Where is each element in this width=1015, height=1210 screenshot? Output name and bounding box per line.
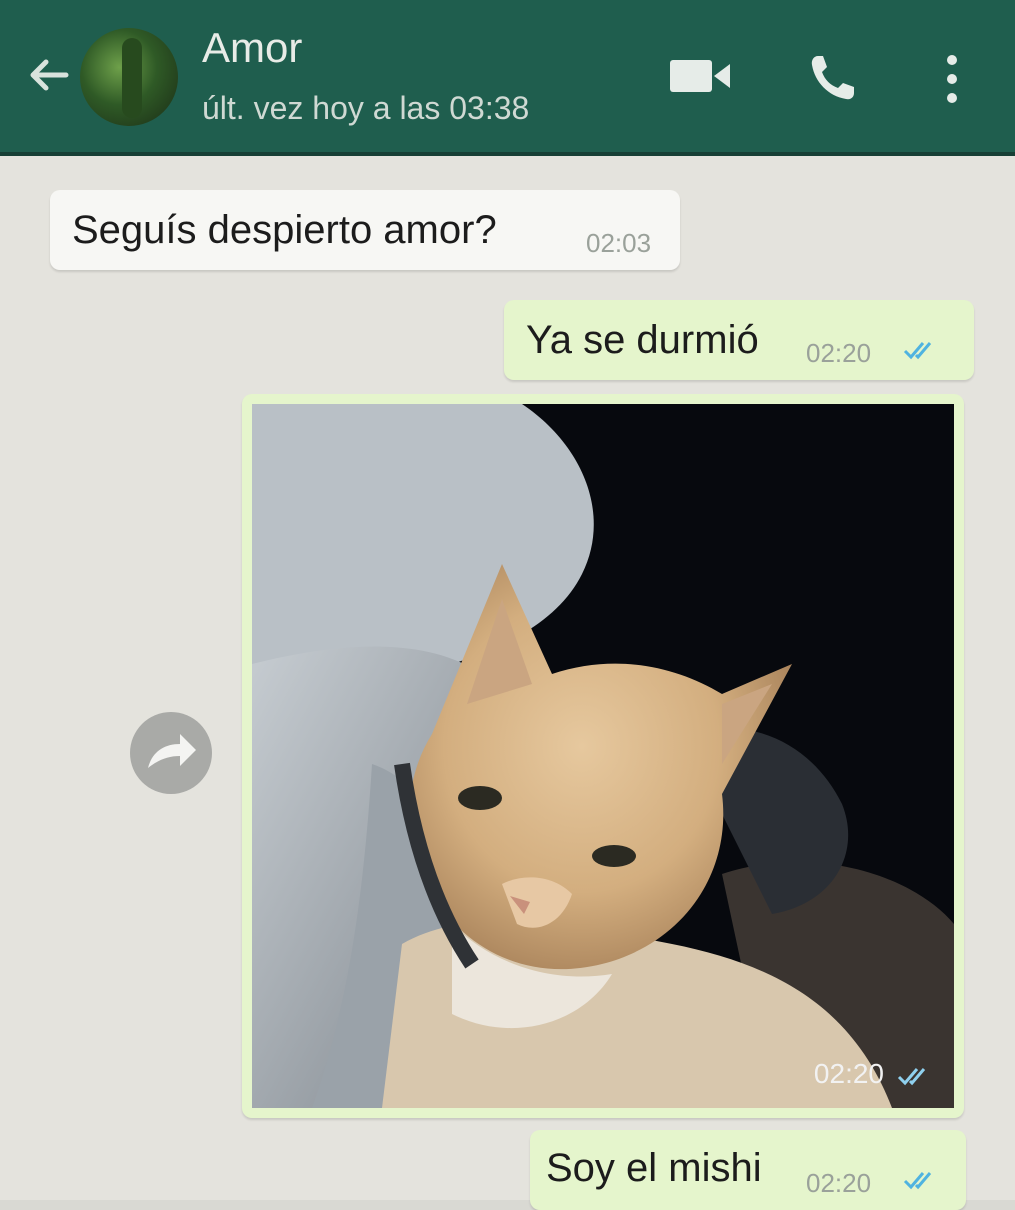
message-time: 02:20 — [806, 1168, 872, 1198]
forward-button[interactable] — [130, 712, 212, 794]
message-text: Seguís despierto amor? — [72, 208, 497, 252]
double-check-read-icon — [897, 1068, 926, 1086]
double-check-read-icon — [903, 342, 932, 360]
message-time: 02:20 — [813, 1058, 884, 1089]
double-check-read-icon — [903, 1172, 932, 1190]
message-time: 02:20 — [806, 338, 872, 368]
arrow-left-icon[interactable] — [22, 48, 76, 102]
message-outgoing[interactable]: Soy el mishi 02:20 — [530, 1130, 966, 1210]
chat-screen: Amor últ. vez hoy a las 03:38 Seguís des… — [0, 0, 1015, 1210]
message-time: 02:03 — [586, 228, 652, 258]
video-call-icon[interactable] — [670, 56, 732, 96]
message-text: Ya se durmió — [526, 318, 759, 362]
contact-avatar[interactable] — [80, 28, 178, 126]
message-text: Soy el mishi — [546, 1146, 762, 1190]
more-vert-icon[interactable] — [942, 52, 962, 106]
last-seen-status: últ. vez hoy a las 03:38 — [202, 90, 530, 126]
cat-photo[interactable]: 02:20 — [252, 404, 954, 1108]
message-outgoing[interactable]: Ya se durmió 02:20 — [504, 300, 974, 380]
forward-share-icon — [148, 734, 196, 768]
phone-icon[interactable] — [806, 50, 860, 104]
message-incoming[interactable]: Seguís despierto amor? 02:03 — [50, 190, 680, 270]
contact-name[interactable]: Amor — [202, 24, 302, 72]
chat-header: Amor últ. vez hoy a las 03:38 — [0, 0, 1015, 156]
